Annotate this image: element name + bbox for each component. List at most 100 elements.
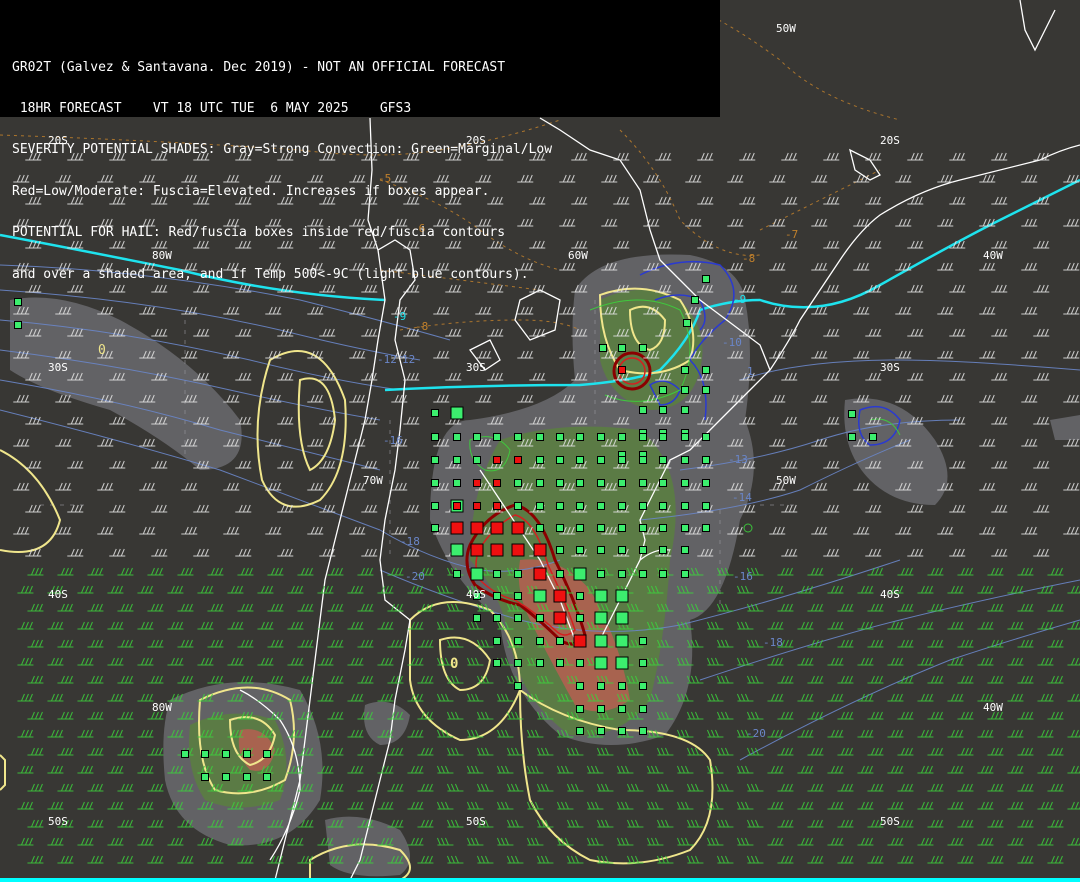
contour-label: 12 [402,353,415,366]
wind-barb [777,675,794,684]
wind-barb [706,621,724,630]
wind-barb [686,711,704,720]
severity-box-green [594,634,608,648]
wind-barb [297,855,314,864]
wind-barb [317,585,334,594]
wind-barb [407,765,424,774]
wind-barb [17,585,34,594]
wind-barb [57,855,74,864]
label-20s-right: 20S [880,134,900,147]
wind-barb [417,783,434,792]
severity-box-red [514,456,522,464]
wind-barb [895,174,912,183]
wind-barb [377,585,394,594]
severity-box-green [639,433,647,441]
severity-box-green [431,456,439,464]
wind-barb [949,328,966,337]
severity-box-green [536,614,544,622]
wind-barb [57,711,74,720]
wind-barb [349,350,366,359]
wind-barb [949,460,966,469]
wind-barb [147,855,164,864]
severity-box-green [702,386,710,394]
wind-barb [47,657,64,666]
wind-barb [361,504,378,513]
wind-barb [177,675,194,684]
wind-barb [87,711,104,720]
wind-barb [676,837,694,846]
wind-barb [777,855,794,864]
wind-barb [536,747,554,756]
wind-barb [596,783,614,792]
wind-barb [853,262,870,271]
wind-barb [937,526,954,535]
wind-barb [1037,801,1054,810]
severity-box-green [597,705,605,713]
wind-barb [403,504,420,513]
severity-box-green [556,546,564,554]
severity-box-green [681,366,689,374]
wind-barb [895,350,912,359]
wind-barb [137,621,154,630]
wind-barb [1033,416,1050,425]
wind-barb [475,394,492,403]
severity-box-red [470,543,484,557]
severity-box-green [691,296,699,304]
wind-barb [297,603,314,612]
wind-barb [937,350,954,359]
wind-barb [1033,548,1050,557]
wind-barb [327,783,344,792]
wind-barb [781,460,798,469]
wind-barb [716,855,734,864]
wind-barb [767,837,784,846]
severity-box-green [594,589,608,603]
forecast-header: GR02T (Galvez & Santavana. Dec 2019) - N… [0,0,720,281]
severity-box-green [453,456,461,464]
wind-barb [957,783,974,792]
severity-box-green [659,456,667,464]
wind-barb [506,819,524,828]
wind-barb [769,350,786,359]
severity-box-green [536,659,544,667]
wind-barb [417,855,434,864]
wind-barb [445,372,462,381]
severity-box-green [576,433,584,441]
severity-box-green [576,614,584,622]
severity-box-green [597,524,605,532]
wind-barb [27,855,44,864]
wind-barb [506,747,524,756]
severity-box-green [615,656,629,670]
wind-barb [867,567,884,576]
severity-box-green [473,433,481,441]
wind-barb [823,240,840,249]
severity-box-green [659,570,667,578]
wind-barb [947,657,964,666]
wind-barb [147,819,164,828]
severity-box-green [431,502,439,510]
wind-barb [137,585,154,594]
wind-barb [1017,567,1034,576]
wind-barb [327,747,344,756]
wind-barb [706,765,724,774]
wind-barb [566,819,584,828]
wind-barb [107,801,124,810]
wind-barb [347,585,364,594]
wind-barb [139,306,156,315]
wind-barb [1007,657,1024,666]
severity-box-green [450,406,464,420]
wind-barb [823,196,840,205]
wind-barb [387,603,404,612]
wind-barb [446,603,464,612]
severity-box-green [514,592,522,600]
wind-barb [823,372,840,381]
wind-barb [57,639,74,648]
severity-box-green [702,524,710,532]
wind-barb [781,284,798,293]
wind-barb [446,783,464,792]
severity-box-green [473,456,481,464]
severity-box-green [243,773,251,781]
wind-barb [496,801,514,810]
wind-barb [307,438,324,447]
wind-barb [319,416,336,425]
wind-barb [1017,639,1034,648]
